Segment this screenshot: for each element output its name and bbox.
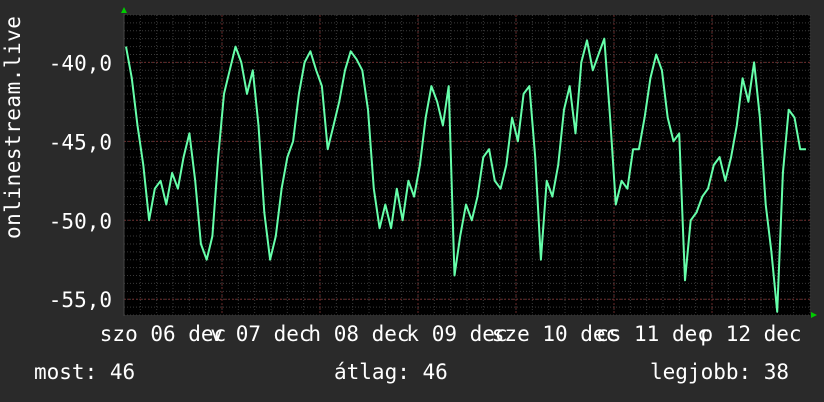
y-axis: -40,0 -45,0 -50,0 -55,0: [49, 51, 112, 312]
x-tick-label: szo 06 dec: [100, 322, 226, 346]
x-tick-label: p 12 dec: [700, 322, 801, 346]
x-tick-label: v 07 dec: [210, 322, 311, 346]
x-axis-arrow-icon: [811, 312, 817, 318]
x-tick-label: h 08 dec: [308, 322, 409, 346]
y-tick-label: -50,0: [49, 209, 112, 233]
chart: -40,0 -45,0 -50,0 -55,0 szo 06 decv 07 dech…: [49, 7, 817, 346]
y-axis-label: onlinestream.live: [1, 15, 25, 239]
y-axis-arrow-icon: [121, 7, 127, 13]
x-tick-label: cs 11 dec: [596, 322, 710, 346]
y-tick-label: -45,0: [49, 130, 112, 154]
x-axis: szo 06 decv 07 dech 08 deck 09 decsze 10…: [100, 322, 802, 346]
best-value-label: legjobb: 38: [650, 360, 790, 384]
y-tick-label: -55,0: [49, 288, 112, 312]
average-value-label: átlag: 46: [334, 360, 448, 384]
current-value-label: most: 46: [34, 360, 136, 384]
y-tick-label: -40,0: [49, 51, 112, 75]
